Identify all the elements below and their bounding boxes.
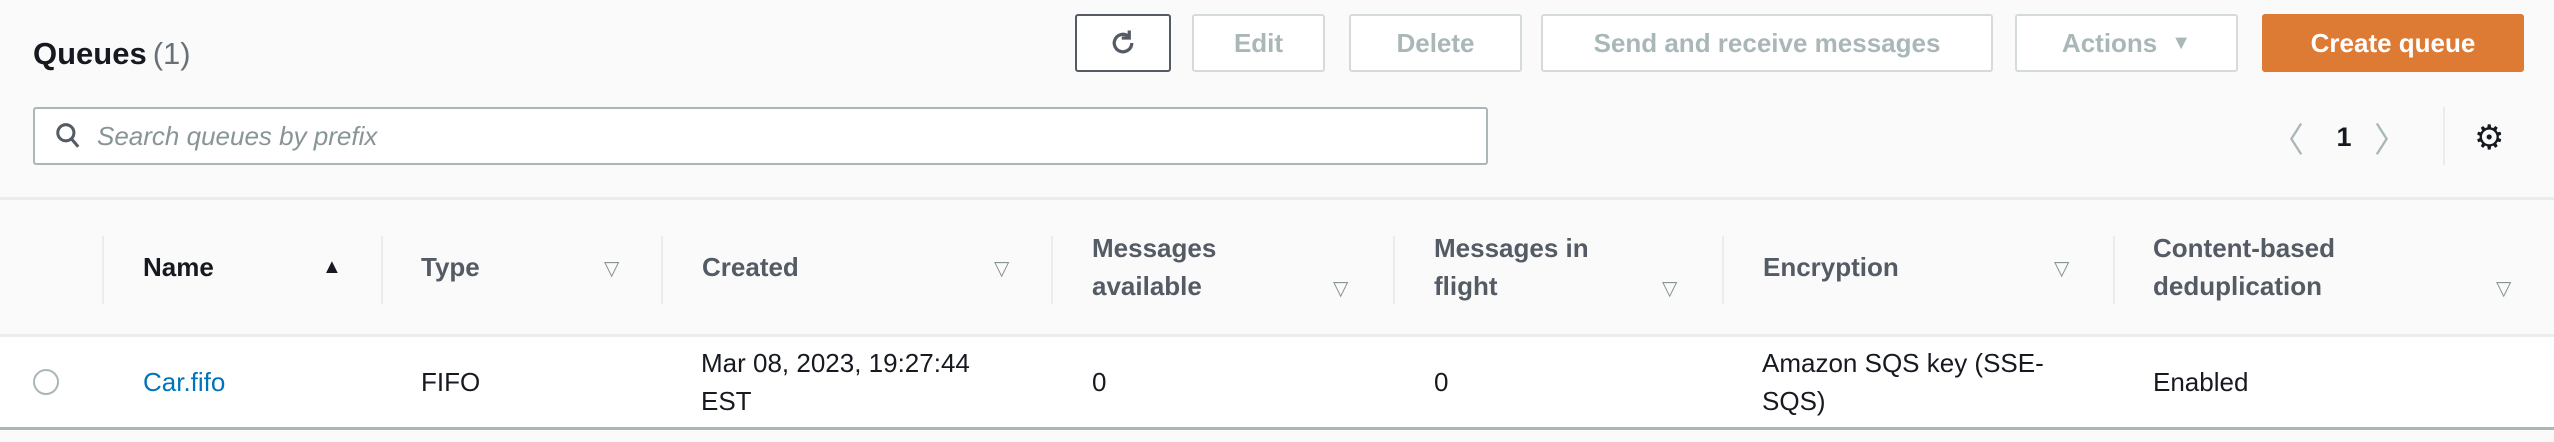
column-divider xyxy=(1722,236,1724,304)
column-divider xyxy=(661,236,663,304)
send-receive-button[interactable]: Send and receive messages xyxy=(1541,14,1993,72)
divider xyxy=(2443,107,2445,165)
pagination: 〈 1 〉 xyxy=(2270,112,2418,162)
encryption: Amazon SQS key (SSE-SQS) xyxy=(1762,348,2044,416)
search-field[interactable] xyxy=(33,107,1488,165)
sort-ascending-icon[interactable]: ▲ xyxy=(322,256,342,279)
table-header: Name ▲ Type ▽ Created ▽ Messages availab… xyxy=(0,197,2554,337)
sort-icon[interactable]: ▽ xyxy=(1333,276,1348,301)
queue-created: Mar 08, 2023, 19:27:44 EST xyxy=(701,348,970,416)
messages-in-flight: 0 xyxy=(1434,367,1449,397)
dedup: Enabled xyxy=(2153,367,2249,397)
create-queue-button[interactable]: Create queue xyxy=(2262,14,2524,72)
search-input[interactable] xyxy=(97,120,1397,152)
title-text: Queues xyxy=(33,36,147,71)
edit-button[interactable]: Edit xyxy=(1192,14,1325,72)
column-divider xyxy=(1393,236,1395,304)
actions-dropdown[interactable]: Actions ▼ xyxy=(2015,14,2238,72)
table-row[interactable]: Car.fifo FIFO Mar 08, 2023, 19:27:44 EST… xyxy=(0,337,2554,430)
queue-name-link[interactable]: Car.fifo xyxy=(143,337,225,427)
radio-button[interactable] xyxy=(33,369,59,395)
column-header-name[interactable]: Name xyxy=(143,200,214,334)
actions-label: Actions xyxy=(2061,27,2158,58)
column-divider xyxy=(102,236,104,304)
column-divider xyxy=(381,236,383,304)
sort-icon[interactable]: ▽ xyxy=(604,256,619,281)
column-header-encryption[interactable]: Encryption xyxy=(1763,200,1899,334)
page-title: Queues (1) xyxy=(33,36,191,72)
prev-page-icon[interactable]: 〈 xyxy=(2270,113,2314,162)
column-header-type[interactable]: Type xyxy=(421,200,480,334)
refresh-button[interactable] xyxy=(1075,14,1171,72)
search-icon xyxy=(56,123,80,148)
column-divider xyxy=(2113,236,2115,304)
next-page-icon[interactable]: 〉 xyxy=(2374,113,2418,162)
row-select[interactable] xyxy=(33,337,59,427)
sort-icon[interactable]: ▽ xyxy=(1662,276,1677,301)
queue-count: (1) xyxy=(152,36,191,71)
sort-icon[interactable]: ▽ xyxy=(2054,256,2069,281)
sort-icon[interactable]: ▽ xyxy=(2496,276,2511,301)
page-number[interactable]: 1 xyxy=(2314,122,2374,153)
delete-button[interactable]: Delete xyxy=(1349,14,1522,72)
settings-gear-icon[interactable]: ⚙ xyxy=(2474,118,2504,158)
column-divider xyxy=(1051,236,1053,304)
column-header-messages-in-flight[interactable]: Messages in flight xyxy=(1434,200,1614,334)
queue-type: FIFO xyxy=(421,367,481,397)
column-header-messages-available[interactable]: Messages available xyxy=(1092,200,1272,334)
column-header-created[interactable]: Created xyxy=(702,200,799,334)
sort-icon[interactable]: ▽ xyxy=(994,256,1009,281)
messages-available: 0 xyxy=(1092,367,1107,397)
column-header-dedup[interactable]: Content-based deduplication xyxy=(2153,200,2373,334)
caret-down-icon: ▼ xyxy=(2171,31,2192,54)
refresh-icon xyxy=(1112,30,1134,54)
